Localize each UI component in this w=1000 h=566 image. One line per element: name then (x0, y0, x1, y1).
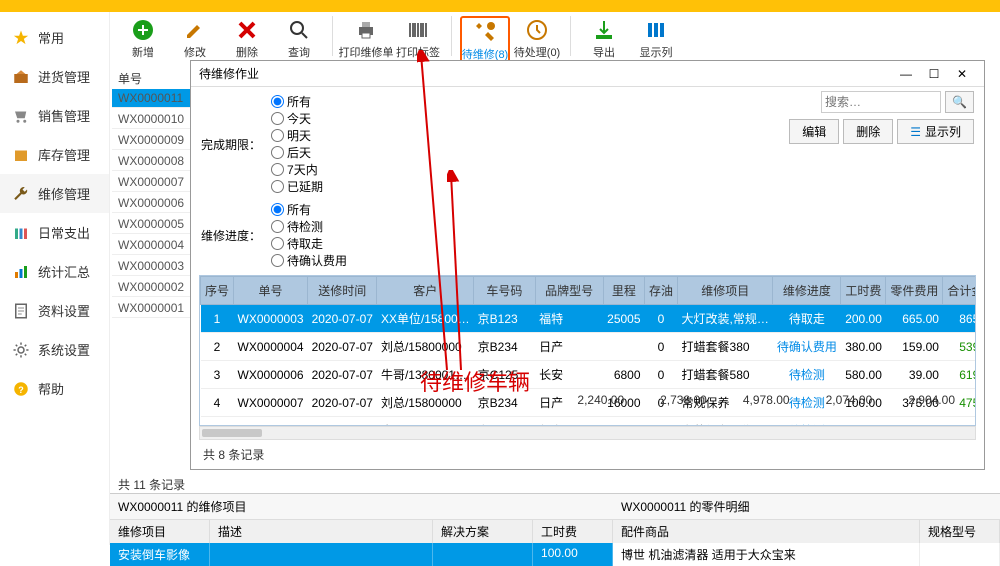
filter-status-row: 维修进度： 所有 待检测 待取走 待确认费用 (201, 201, 974, 269)
toolbar-tools-button[interactable]: 待维修(8) (460, 16, 510, 66)
grid-totals-row: 2,240.00 2,738.00 4,978.00 2,074.00 2,90… (577, 393, 955, 407)
sidebar-item-data[interactable]: 资料设置 (0, 291, 109, 330)
window-minimize-button[interactable]: — (892, 67, 920, 81)
grid-header[interactable]: 维修进度 (773, 277, 841, 305)
help-icon: ? (12, 380, 30, 398)
grid-header[interactable]: 品牌型号 (535, 277, 603, 305)
barcode-icon (406, 18, 430, 42)
annotation-label: 待维修车辆 (420, 365, 530, 397)
plus-icon (131, 18, 155, 42)
due-radio-0[interactable]: 所有 (271, 93, 323, 110)
filter-label1: 单号 (118, 70, 142, 87)
pencil-icon (183, 18, 207, 42)
sidebar-item-expense[interactable]: 日常支出 (0, 213, 109, 252)
toolbar-cols-button[interactable]: 显示列 (631, 16, 681, 62)
grid-header[interactable]: 客户 (377, 277, 474, 305)
export-icon (592, 18, 616, 42)
app-titlebar (0, 0, 1000, 12)
grid-header[interactable]: 里程 (603, 277, 644, 305)
sidebar-item-stock[interactable]: 库存管理 (0, 135, 109, 174)
sidebar-item-repair[interactable]: 维修管理 (0, 174, 109, 213)
svg-text:?: ? (18, 384, 24, 394)
detail-left-row[interactable]: 安装倒车影像 100.00 (110, 543, 613, 566)
detail-left-title: WX0000011 的维修项目 (110, 494, 613, 520)
detail-right-row[interactable]: 博世 机油滤清器 适用于大众宝来 (613, 543, 1000, 566)
grid-header[interactable]: 工时费 (841, 277, 886, 305)
modal-title-text: 待维修作业 (199, 65, 259, 82)
window-maximize-button[interactable]: ☐ (920, 67, 948, 81)
cols-icon (644, 18, 668, 42)
grid-header[interactable]: 车号码 (474, 277, 535, 305)
grid-header[interactable]: 单号 (234, 277, 308, 305)
grid-row[interactable]: 1WX00000032020-07-07XX单位/15800…京B123福特25… (201, 305, 977, 333)
sidebar-item-stats[interactable]: 统计汇总 (0, 252, 109, 291)
sidebar-item-common[interactable]: 常用 (0, 18, 109, 57)
grid-header[interactable]: 序号 (201, 277, 234, 305)
grid-row[interactable]: 2WX00000042020-07-07刘总/15800000京B234日产0打… (201, 333, 977, 361)
background-record-count: 共 11 条记录 (118, 476, 185, 493)
detail-parts: WX0000011 的零件明细 配件商品 规格型号 博世 机油滤清器 适用于大众… (613, 494, 1000, 545)
due-radio-3[interactable]: 后天 (271, 144, 323, 161)
sidebar-item-help[interactable]: ?帮助 (0, 369, 109, 408)
chart-icon (12, 263, 30, 281)
grid-header[interactable]: 零件费用 (886, 277, 943, 305)
modal-delete-button[interactable]: 删除 (843, 119, 893, 144)
sidebar-item-system[interactable]: 系统设置 (0, 330, 109, 369)
clock-icon (525, 18, 549, 42)
modal-search-go-button[interactable]: 🔍 (945, 91, 974, 113)
sidebar-item-sales[interactable]: 销售管理 (0, 96, 109, 135)
toolbar-x-button[interactable]: 删除 (222, 16, 272, 62)
detail-repair-items: WX0000011 的维修项目 维修项目 描述 解决方案 工时费 安装倒车影像 … (110, 494, 613, 545)
modal-horizontal-scrollbar[interactable] (199, 426, 976, 440)
print-icon (354, 18, 378, 42)
due-radio-2[interactable]: 明天 (271, 127, 323, 144)
toolbar-clock-button[interactable]: 待处理(0) (512, 16, 562, 62)
x-icon (235, 18, 259, 42)
toolbar-export-button[interactable]: 导出 (579, 16, 629, 62)
modal-record-count: 共 8 条记录 (203, 446, 264, 463)
toolbar-barcode-button[interactable]: 打印标签 (393, 16, 443, 62)
grid-header[interactable]: 送修时间 (308, 277, 377, 305)
due-radio-5[interactable]: 已延期 (271, 178, 323, 195)
grid-header[interactable]: 维修项目 (678, 277, 773, 305)
box-in-icon (12, 68, 30, 86)
window-close-button[interactable]: ✕ (948, 67, 976, 81)
grid-row[interactable]: 5WX00000082023-03-08牛哥/1380001…京C125长安68… (201, 417, 977, 427)
status-radio-1[interactable]: 待检测 (271, 218, 347, 235)
toolbar-pencil-button[interactable]: 修改 (170, 16, 220, 62)
due-radio-4[interactable]: 7天内 (271, 161, 323, 178)
modal-cols-button[interactable]: ☰显示列 (897, 119, 974, 144)
grid-header[interactable]: 合计金额 (943, 277, 976, 305)
toolbar-search-button[interactable]: 查询 (274, 16, 324, 62)
tools-icon (473, 20, 497, 44)
doc-icon (12, 302, 30, 320)
detail-right-title: WX0000011 的零件明细 (613, 494, 1000, 520)
sidebar: 常用 进货管理 销售管理 库存管理 维修管理 日常支出 统计汇总 资料设置 系统… (0, 12, 110, 545)
columns-icon (12, 224, 30, 242)
sidebar-item-purchase[interactable]: 进货管理 (0, 57, 109, 96)
due-radio-1[interactable]: 今天 (271, 110, 323, 127)
gear-icon (12, 341, 30, 359)
search-icon (287, 18, 311, 42)
modal-edit-button[interactable]: 编辑 (789, 119, 839, 144)
toolbar-print-button[interactable]: 打印维修单 (341, 16, 391, 62)
pending-repair-modal: 待维修作业 — ☐ ✕ 完成期限： 所有 今天 明天 后天 7天内 已延期 维修… (190, 60, 985, 470)
star-icon (12, 29, 30, 47)
cart-icon (12, 107, 30, 125)
toolbar-plus-button[interactable]: 新增 (118, 16, 168, 62)
box-icon (12, 146, 30, 164)
status-radio-0[interactable]: 所有 (271, 201, 347, 218)
grid-row[interactable]: 3WX00000062020-07-07牛哥/1380001…京C125长安68… (201, 361, 977, 389)
status-radio-2[interactable]: 待取走 (271, 235, 347, 252)
status-radio-3[interactable]: 待确认费用 (271, 252, 347, 269)
grid-header[interactable]: 存油 (645, 277, 678, 305)
modal-search-input[interactable] (821, 91, 941, 113)
wrench-icon (12, 185, 30, 203)
